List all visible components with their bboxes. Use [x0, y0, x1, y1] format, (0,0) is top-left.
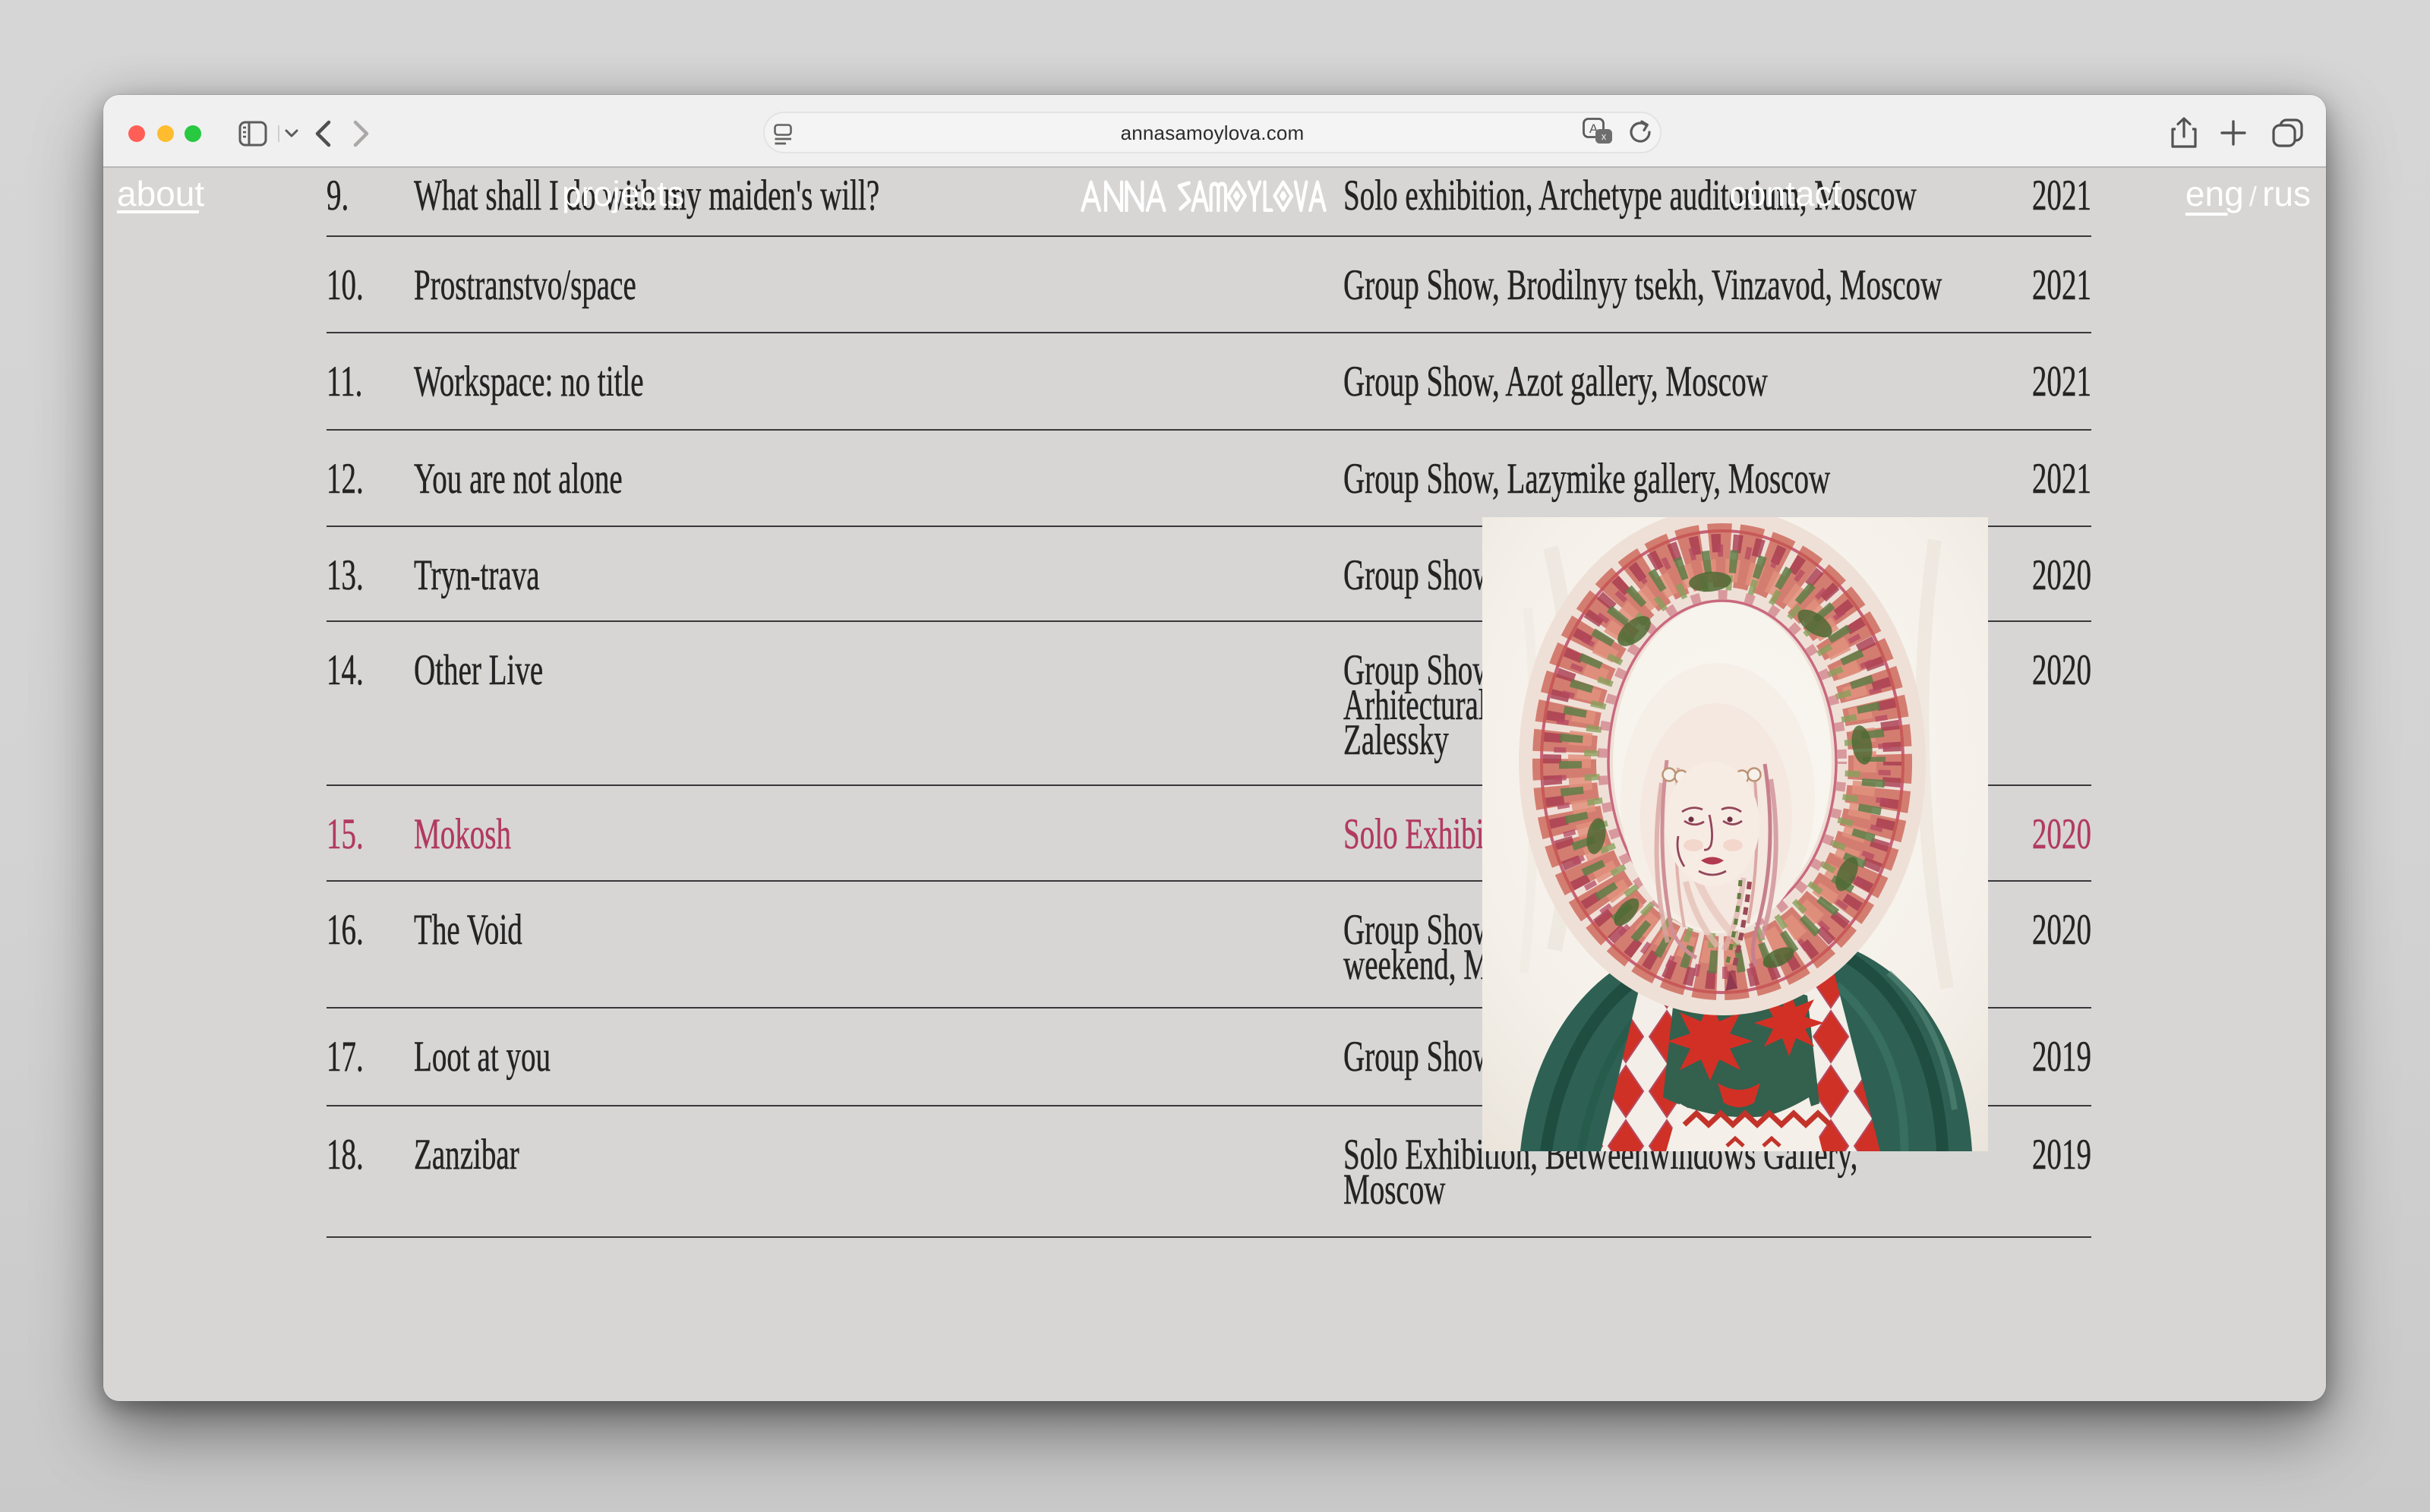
svg-text:x: x [1602, 131, 1607, 142]
